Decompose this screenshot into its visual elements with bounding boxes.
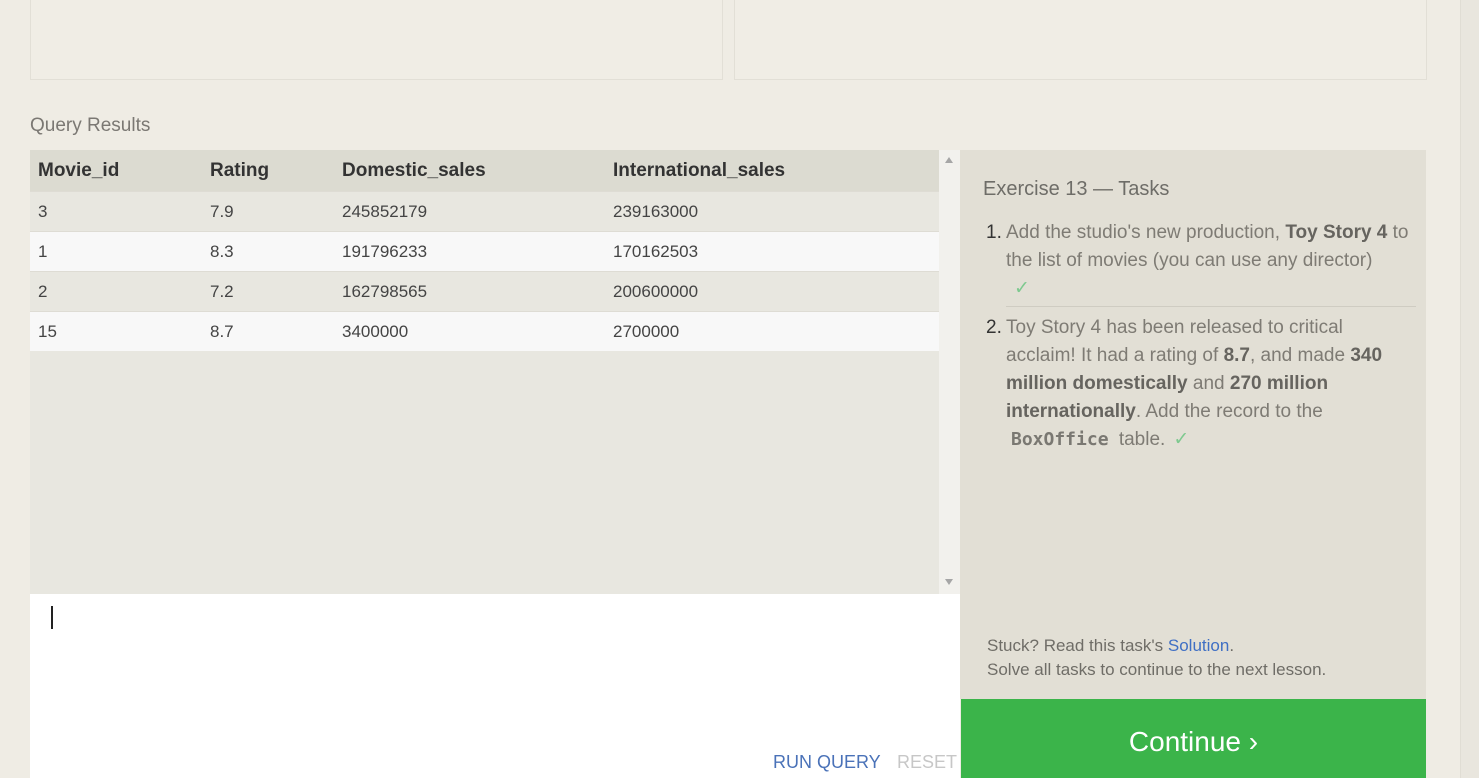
results-table: Movie_id Rating Domestic_sales Internati… bbox=[30, 150, 939, 351]
column-header-domestic-sales: Domestic_sales bbox=[334, 150, 605, 192]
table-header-row: Movie_id Rating Domestic_sales Internati… bbox=[30, 150, 939, 192]
solve-all-text: Solve all tasks to continue to the next … bbox=[987, 660, 1327, 679]
scroll-down-arrow-icon[interactable] bbox=[945, 579, 953, 585]
results-scrollbar[interactable] bbox=[939, 150, 960, 594]
tasks-panel: Exercise 13 — Tasks 1. Add the studio's … bbox=[960, 150, 1426, 699]
top-right-panel bbox=[734, 0, 1427, 80]
table-name-code: BoxOffice bbox=[1011, 429, 1109, 450]
run-query-button[interactable]: RUN QUERY bbox=[773, 752, 881, 773]
page-scrollbar[interactable] bbox=[1460, 0, 1479, 778]
cell-rating: 7.2 bbox=[202, 271, 334, 312]
task-item: 1. Add the studio's new production, Toy … bbox=[986, 219, 1416, 303]
cell-international-sales: 200600000 bbox=[605, 271, 939, 312]
cell-international-sales: 2700000 bbox=[605, 311, 939, 351]
column-header-rating: Rating bbox=[202, 150, 334, 192]
task-item: 2. Toy Story 4 has been released to crit… bbox=[986, 314, 1416, 454]
column-header-movie-id: Movie_id bbox=[30, 150, 202, 192]
cell-domestic-sales: 3400000 bbox=[334, 311, 605, 351]
cell-domestic-sales: 191796233 bbox=[334, 231, 605, 272]
query-results-panel: Movie_id Rating Domestic_sales Internati… bbox=[30, 150, 960, 594]
table-row: 1 8.3 191796233 170162503 bbox=[30, 231, 939, 272]
top-left-panel bbox=[30, 0, 723, 80]
task-divider bbox=[1006, 306, 1416, 307]
cell-international-sales: 170162503 bbox=[605, 231, 939, 272]
reset-button[interactable]: RESET bbox=[897, 752, 957, 773]
tasks-title: Exercise 13 — Tasks bbox=[983, 178, 1170, 200]
cell-rating: 8.3 bbox=[202, 231, 334, 272]
text-cursor bbox=[51, 606, 53, 629]
cell-movie-id: 3 bbox=[30, 191, 202, 232]
table-row: 3 7.9 245852179 239163000 bbox=[30, 191, 939, 232]
continue-label: Continue › bbox=[1128, 726, 1259, 757]
cell-domestic-sales: 245852179 bbox=[334, 191, 605, 232]
task-number: 2. bbox=[986, 317, 1002, 338]
cell-rating: 7.9 bbox=[202, 191, 334, 232]
cell-domestic-sales: 162798565 bbox=[334, 271, 605, 312]
cell-movie-id: 15 bbox=[30, 311, 202, 351]
cell-movie-id: 2 bbox=[30, 271, 202, 312]
cell-international-sales: 239163000 bbox=[605, 191, 939, 232]
stuck-hint: Stuck? Read this task's Solution. Solve … bbox=[987, 636, 1327, 679]
task-text: Toy Story 4 has been released to critica… bbox=[1006, 317, 1383, 450]
solution-link[interactable]: Solution bbox=[1168, 636, 1229, 655]
checkmark-icon: ✓ bbox=[1173, 429, 1190, 450]
table-row: 2 7.2 162798565 200600000 bbox=[30, 271, 939, 312]
scroll-up-arrow-icon[interactable] bbox=[945, 157, 953, 163]
checkmark-icon: ✓ bbox=[1014, 278, 1030, 299]
table-row: 15 8.7 3400000 2700000 bbox=[30, 311, 939, 351]
column-header-international-sales: International_sales bbox=[605, 150, 939, 192]
query-results-label: Query Results bbox=[30, 115, 151, 136]
cell-rating: 8.7 bbox=[202, 311, 334, 351]
task-text: Add the studio's new production, Toy Sto… bbox=[1006, 222, 1409, 299]
cell-movie-id: 1 bbox=[30, 231, 202, 272]
sql-editor[interactable]: RUN QUERY RESET bbox=[30, 594, 960, 778]
continue-button[interactable]: Continue › bbox=[961, 699, 1426, 778]
task-number: 1. bbox=[986, 222, 1002, 243]
